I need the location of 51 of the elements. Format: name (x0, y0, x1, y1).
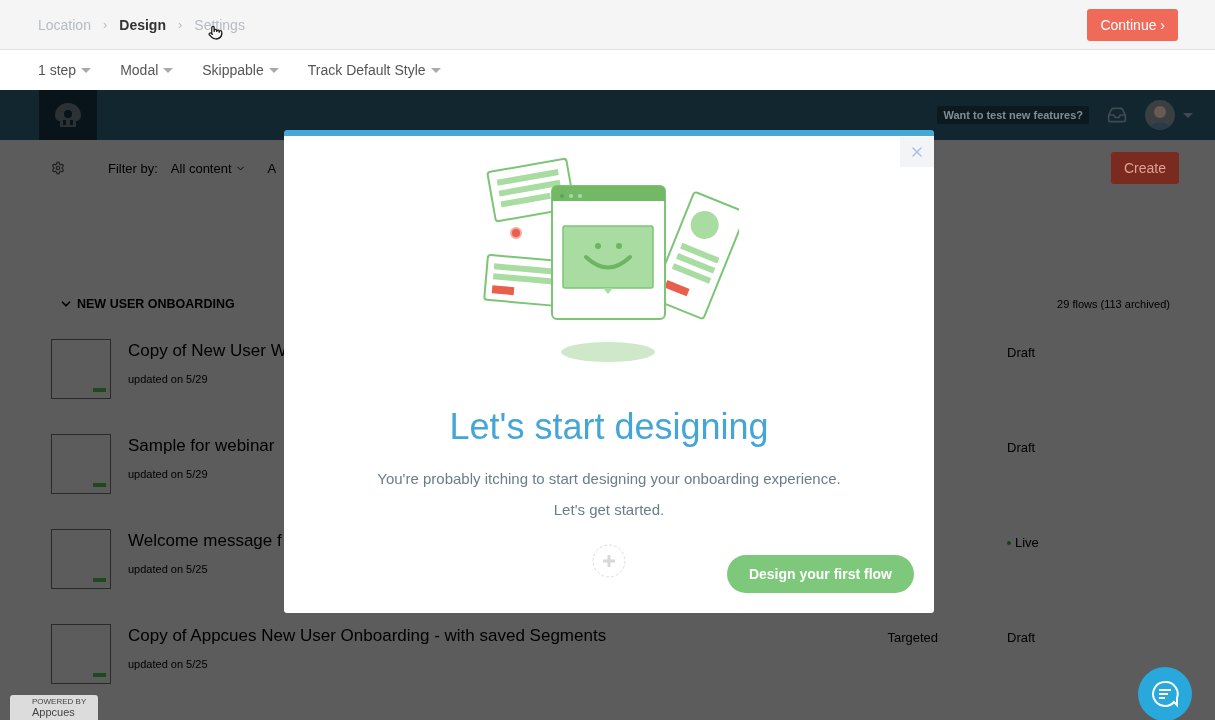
plus-icon[interactable] (592, 544, 626, 578)
chat-icon (1150, 679, 1180, 709)
continue-button[interactable]: Continue › (1087, 8, 1178, 41)
flow-title[interactable]: Welcome message f (128, 531, 282, 551)
filter-dropdown[interactable]: All content (170, 160, 246, 176)
flow-thumbnail[interactable] (51, 529, 111, 589)
flow-count: 29 flows (113 archived) (1057, 298, 1170, 310)
option-dropdown[interactable]: Skippable (202, 62, 279, 78)
caret-icon (1183, 112, 1193, 118)
close-button[interactable] (900, 137, 934, 167)
inbox-icon[interactable] (1107, 105, 1127, 125)
flow-thumbnail[interactable] (51, 434, 111, 494)
status-dot (1007, 541, 1011, 545)
avatar[interactable] (1145, 100, 1175, 130)
badge-caption: POWERED BY (32, 697, 88, 706)
modal-text: You're probably itching to start designing your onboarding experience. (377, 470, 841, 487)
updated-date: updated on 5/29 (128, 468, 208, 480)
chat-button[interactable] (1138, 667, 1192, 720)
breadcrumb-link[interactable]: Location (38, 16, 91, 33)
flow-thumbnail[interactable] (51, 339, 111, 399)
modal-title: Let's start designing (449, 406, 769, 448)
settings-icon[interactable] (51, 161, 65, 175)
option-dropdown[interactable]: Track Default Style (307, 62, 441, 78)
updated-date: updated on 5/25 (128, 658, 208, 670)
option-dropdown[interactable]: Modal (120, 62, 174, 78)
updated-date: updated on 5/29 (128, 373, 208, 385)
section-toggle[interactable]: NEW USER ONBOARDING (59, 297, 235, 311)
flow-title[interactable]: Copy of Appcues New User Onboarding - with saved Segments (128, 626, 607, 646)
breadcrumb-separator: › (102, 17, 108, 32)
badge-brand: Appcues (32, 706, 76, 719)
filter-label: Filter by: (108, 160, 158, 176)
option-dropdown[interactable]: 1 step (38, 62, 92, 78)
flow-title[interactable]: Sample for webinar (128, 436, 275, 456)
breadcrumb-link[interactable]: Settings (194, 16, 245, 33)
flow-state: Draft (1007, 345, 1036, 360)
create-button[interactable]: Create (1110, 152, 1179, 184)
breadcrumb-link[interactable]: Design (119, 16, 166, 33)
filter-dropdown[interactable]: A (267, 160, 277, 176)
updated-date: updated on 5/25 (128, 563, 208, 575)
flow-state: Draft (1007, 440, 1036, 455)
flow-thumbnail[interactable] (51, 624, 111, 684)
flow-state: Live (1015, 535, 1039, 550)
logo-icon (53, 101, 83, 129)
feature-link[interactable]: Want to test new features? (937, 106, 1089, 124)
targeting-status: Targeted (887, 629, 938, 645)
design-flow-button[interactable]: Design your first flow (726, 555, 914, 593)
breadcrumb-separator: › (177, 17, 183, 32)
logo-tile[interactable] (39, 90, 97, 140)
modal-text: Let's get started. (553, 501, 665, 518)
powered-by-badge[interactable]: POWERED BY Appcues (10, 695, 98, 720)
flow-state: Draft (1007, 630, 1036, 645)
